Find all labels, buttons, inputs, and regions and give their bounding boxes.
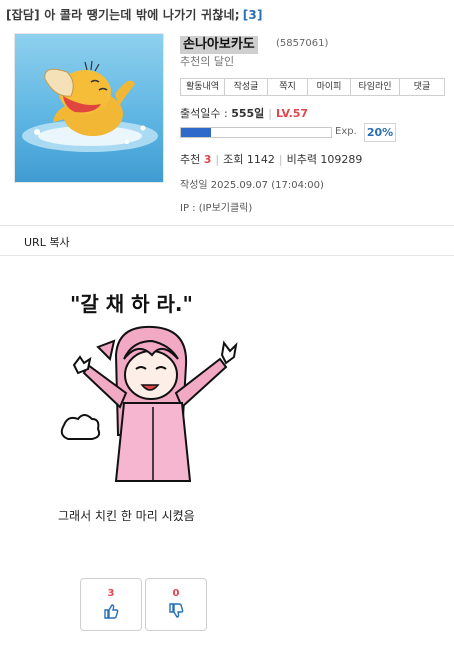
- pink-hair-girl-stretching-image: "갈 채 하 라.": [60, 292, 238, 482]
- menu-message-button[interactable]: 쪽지: [268, 78, 308, 96]
- divider-line: [0, 225, 454, 226]
- menu-mypi-button[interactable]: 마이피: [308, 78, 351, 96]
- nonrecommend-count: 비추력 109289: [286, 153, 363, 166]
- author-nickname[interactable]: 손나아보카도: [180, 36, 258, 54]
- post-stats-row: 추천 3 | 조회 1142 | 비추력 109289: [180, 151, 362, 167]
- thumbs-down-icon: [169, 603, 184, 618]
- downvote-count: 0: [172, 588, 180, 599]
- exp-progress-bar: [180, 127, 332, 138]
- attendance-label: 출석일수 :: [180, 107, 228, 120]
- attendance-level-row: 출석일수 : 555일 | LV.57: [180, 105, 308, 121]
- comment-count[interactable]: [3]: [243, 8, 263, 22]
- exp-percent: 20%: [364, 123, 396, 142]
- recommend-count: 3: [203, 153, 212, 166]
- post-date: 작성일 2025.09.07 (17:04:00): [180, 180, 324, 191]
- downvote-button[interactable]: 0: [145, 578, 207, 631]
- author-menu: 활동내역 작성글 쪽지 마이피 타임라인 댓글: [180, 78, 445, 96]
- recommend-label: 추천: [180, 153, 201, 166]
- image-text: "갈 채 하 라.": [70, 292, 193, 316]
- exp-label: Exp.: [335, 126, 357, 137]
- menu-posts-button[interactable]: 작성글: [225, 78, 268, 96]
- post-caption: 그래서 치킨 한 마리 시켰음: [58, 509, 195, 523]
- thumbs-up-icon: [104, 604, 119, 619]
- post-title: [잡담] 아 콜라 땡기는데 밖에 나가기 귀찮네; [3]: [6, 6, 450, 24]
- level-badge: LV.57: [276, 107, 309, 120]
- exp-progress-fill: [181, 128, 211, 137]
- upvote-button[interactable]: 3: [80, 578, 142, 631]
- author-rank: 추천의 달인: [180, 55, 235, 68]
- view-count: 조회 1142: [223, 153, 275, 166]
- post-image: "갈 채 하 라.": [58, 285, 248, 485]
- divider: |: [215, 153, 220, 166]
- avatar[interactable]: [14, 33, 164, 183]
- divider: |: [278, 153, 283, 166]
- psyduck-swimming-avatar-image: [15, 34, 163, 182]
- author-uid: (5857061): [276, 38, 329, 49]
- divider: |: [268, 107, 272, 120]
- upvote-count: 3: [107, 588, 115, 599]
- divider-line: [0, 255, 454, 256]
- menu-timeline-button[interactable]: 타임라인: [351, 78, 400, 96]
- url-copy-button[interactable]: URL 복사: [24, 234, 70, 250]
- ip-view-link[interactable]: IP : (IP보기클릭): [180, 199, 252, 214]
- attendance-value: 555일: [231, 107, 265, 120]
- menu-comments-button[interactable]: 댓글: [400, 78, 445, 96]
- menu-activity-button[interactable]: 활동내역: [180, 78, 225, 96]
- post-title-text: [잡담] 아 콜라 땡기는데 밖에 나가기 귀찮네;: [6, 8, 240, 22]
